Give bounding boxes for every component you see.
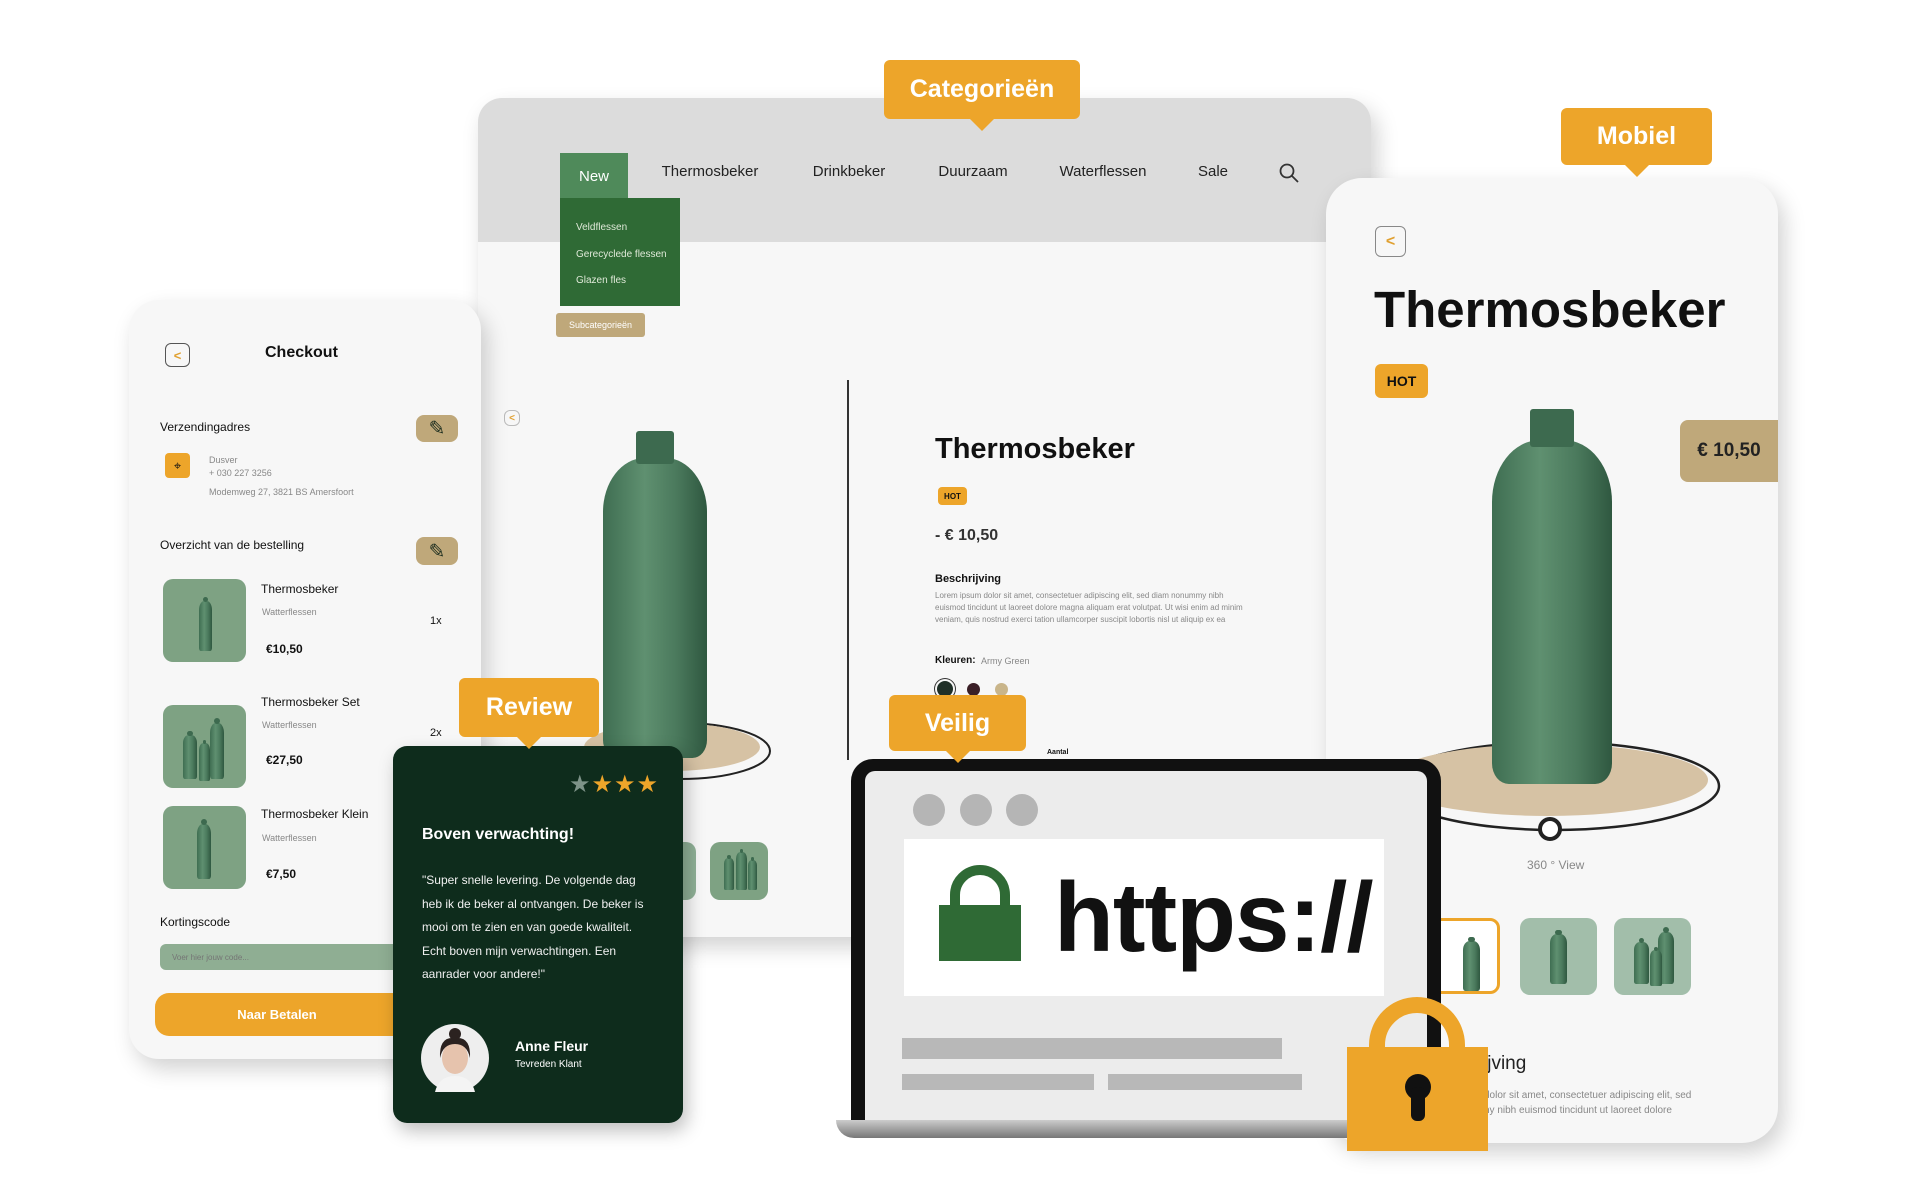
quote-line: mooi om te zien en van goede kwaliteit. <box>422 920 633 934</box>
desktop-back-button[interactable]: < <box>504 410 520 426</box>
order-item-image <box>163 579 246 662</box>
order-item-image <box>163 705 246 788</box>
laptop-screen: https:// <box>865 771 1427 1120</box>
reviewer-name: Anne Fleur <box>515 1038 589 1054</box>
mobile-product-image <box>1492 409 1612 784</box>
order-item-quantity: 1x <box>430 615 442 627</box>
order-item-name: Thermosbeker Set <box>261 695 360 709</box>
subcategories-tag: Subcategorieën <box>556 313 645 337</box>
mobile-back-button[interactable]: < <box>1375 226 1406 257</box>
checkout-title: Checkout <box>265 344 338 361</box>
edit-order-button[interactable]: ✎ <box>416 537 458 565</box>
desktop-divider <box>847 380 849 760</box>
placeholder-bar <box>1108 1074 1302 1090</box>
order-overview-label: Overzicht van de bestelling <box>160 538 305 552</box>
coupon-input[interactable] <box>160 944 420 970</box>
view-360-label: 360 ° View <box>1527 858 1585 872</box>
nav-item-duurzaam[interactable]: Duurzaam <box>938 163 1007 180</box>
order-item-category: Watterflessen <box>262 833 317 843</box>
mobile-thumb-2[interactable] <box>1520 918 1597 995</box>
callout-secure: Veilig <box>889 695 1026 763</box>
order-item-price: €27,50 <box>266 753 303 767</box>
review-card: ★★★★ Boven verwachting! "Super snelle le… <box>393 746 683 1123</box>
product-title: Thermosbeker <box>935 433 1135 465</box>
address-street: Modemweg 27, 3821 BS Amersfoort <box>209 487 354 497</box>
placeholder-bar <box>902 1038 1282 1059</box>
order-item-quantity: 2x <box>430 727 442 739</box>
mobile-thumb-3[interactable] <box>1614 918 1691 995</box>
reviewer-role: Tevreden Klant <box>515 1059 582 1070</box>
window-dot <box>1006 794 1038 826</box>
mobile-price-tag: € 10,50 <box>1680 420 1778 482</box>
order-item-price: €10,50 <box>266 642 303 656</box>
review-quote: "Super snelle levering. De volgende dag … <box>422 869 643 987</box>
callout-categories: Categorieën <box>884 60 1080 131</box>
dropdown-item-veldflessen[interactable]: Veldflessen <box>576 222 627 233</box>
order-item-name: Thermosbeker <box>261 582 339 596</box>
callout-review: Review <box>459 678 599 749</box>
search-icon[interactable] <box>1278 162 1300 184</box>
mobile-description-label: ijving <box>1483 1053 1527 1074</box>
mobile-hot-badge: HOT <box>1375 364 1428 398</box>
order-item-image <box>163 806 246 889</box>
padlock-icon <box>1347 997 1488 1151</box>
https-text: https:// <box>1054 862 1374 972</box>
star-icon: ★ <box>568 771 592 798</box>
star-icon: ★ <box>613 771 637 798</box>
rating-stars: ★★★★ <box>569 770 659 799</box>
order-item-name: Thermosbeker Klein <box>261 807 369 821</box>
quote-line: heb ik de beker al ontvangen. De beker i… <box>422 896 644 911</box>
star-icon: ★ <box>636 771 659 798</box>
star-icon: ★ <box>591 771 614 798</box>
address-phone: + 030 227 3256 <box>209 468 272 478</box>
lock-icon <box>939 865 1021 961</box>
nav-item-drinkbeker[interactable]: Drinkbeker <box>813 163 886 180</box>
mobile-description-line: ny nibh euismod tincidunt ut laoreet dol… <box>1484 1105 1672 1116</box>
desktop-product-image <box>603 431 707 758</box>
dropdown-item-glazen[interactable]: Glazen fles <box>576 275 626 286</box>
quote-line: "Super snelle levering. De volgende dag <box>422 873 636 887</box>
quote-line: aanrader voor andere!" <box>422 967 546 981</box>
url-bar: https:// <box>904 839 1384 996</box>
order-item-price: €7,50 <box>266 867 297 881</box>
nav-item-new[interactable]: New <box>560 153 628 199</box>
nav-item-thermosbeker[interactable]: Thermosbeker <box>662 163 759 180</box>
mobile-product-title: Thermosbeker <box>1374 281 1726 338</box>
callout-mobile: Mobiel <box>1561 108 1712 177</box>
coupon-label: Kortingscode <box>160 915 231 929</box>
review-title: Boven verwachting! <box>422 826 575 843</box>
address-name: Dusver <box>209 455 238 465</box>
description-line: Lorem ipsum dolor sit amet, consectetuer… <box>935 591 1224 600</box>
nav-item-waterflessen[interactable]: Waterflessen <box>1060 163 1147 180</box>
quantity-label: Aantal <box>1047 749 1069 756</box>
hot-badge: HOT <box>938 487 967 505</box>
description-line: veniam, quis nostrud exerci tation ullam… <box>935 615 1226 624</box>
colors-label: Kleuren: <box>935 655 976 666</box>
window-dot <box>913 794 945 826</box>
dropdown-item-gerecyclede[interactable]: Gerecyclede flessen <box>576 249 667 260</box>
mobile-description-line: dolor sit amet, consectetuer adipiscing … <box>1484 1090 1692 1101</box>
window-dot <box>960 794 992 826</box>
reviewer-avatar <box>421 1024 489 1092</box>
rotate-slider-handle[interactable] <box>1538 817 1562 841</box>
nav-item-sale[interactable]: Sale <box>1198 163 1228 180</box>
description-line: euismod tincidunt ut laoreet dolore magn… <box>935 603 1243 612</box>
shipping-address-label: Verzendingadres <box>160 420 251 434</box>
checkout-back-button[interactable]: < <box>165 343 190 367</box>
quote-line: Echt boven mijn verwachtingen. Een <box>422 943 617 958</box>
colors-value: Army Green <box>981 656 1030 666</box>
edit-address-button[interactable]: ✎ <box>416 415 458 442</box>
nav-dropdown: Veldflessen Gerecyclede flessen Glazen f… <box>560 198 680 306</box>
desktop-thumb-2[interactable] <box>710 842 768 900</box>
location-pin-icon: ⌖ <box>165 453 190 478</box>
description-label: Beschrijving <box>935 573 1002 585</box>
placeholder-bar <box>902 1074 1094 1090</box>
order-item-category: Watterflessen <box>262 607 317 617</box>
product-price: - € 10,50 <box>935 527 999 544</box>
order-item-category: Watterflessen <box>262 720 317 730</box>
